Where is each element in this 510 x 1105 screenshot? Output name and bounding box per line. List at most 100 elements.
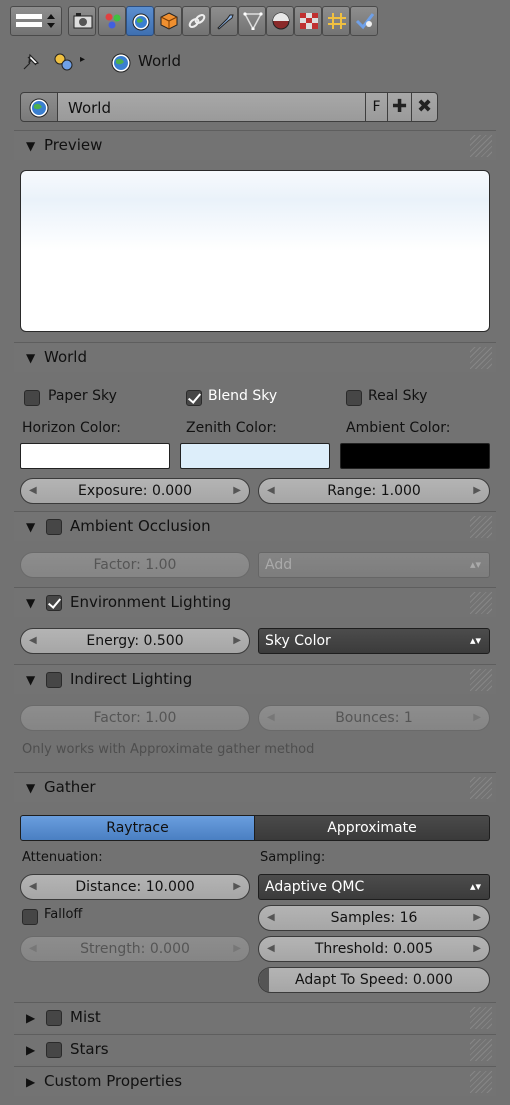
ao-factor-field[interactable]: Factor: 1.00 xyxy=(20,552,250,578)
collapsed-triangle-icon: ▶ xyxy=(26,1075,36,1089)
drag-grip-icon[interactable] xyxy=(470,516,492,538)
range-value: Range: 1.000 xyxy=(327,483,421,499)
horizon-color-swatch[interactable] xyxy=(20,443,170,469)
pin-icon[interactable] xyxy=(20,53,42,73)
drag-grip-icon[interactable] xyxy=(470,592,492,614)
approximate-option[interactable]: Approximate xyxy=(255,815,490,841)
world-browse-button[interactable] xyxy=(20,92,58,122)
scene-icon xyxy=(54,53,73,71)
indirect-note: Only works with Approximate gather metho… xyxy=(22,742,315,757)
increment-arrow-icon[interactable]: ▶ xyxy=(233,629,241,653)
expanded-triangle-icon: ▼ xyxy=(26,781,36,795)
drag-grip-icon[interactable] xyxy=(470,135,492,157)
editor-type-icon[interactable] xyxy=(10,6,62,36)
world-icon xyxy=(29,98,49,118)
ambient-occlusion-checkbox[interactable] xyxy=(46,519,62,535)
increment-arrow-icon[interactable]: ▶ xyxy=(473,937,481,961)
ao-factor-value: Factor: 1.00 xyxy=(93,557,177,573)
exposure-value: Exposure: 0.000 xyxy=(77,483,193,499)
increment-arrow-icon[interactable]: ▶ xyxy=(233,937,241,961)
threshold-value: Threshold: 0.005 xyxy=(314,941,434,957)
environment-color-select[interactable]: Sky Color ▴▾ xyxy=(258,628,490,654)
drag-grip-icon[interactable] xyxy=(470,1071,492,1093)
increment-arrow-icon[interactable]: ▶ xyxy=(473,906,481,930)
increment-arrow-icon[interactable]: ▶ xyxy=(233,479,241,503)
decrement-arrow-icon[interactable]: ◀ xyxy=(267,706,275,730)
strength-value: Strength: 0.000 xyxy=(80,941,190,957)
panel-header-stars[interactable]: ▶ Stars xyxy=(14,1034,496,1064)
increment-arrow-icon[interactable]: ▶ xyxy=(473,479,481,503)
drag-grip-icon[interactable] xyxy=(470,347,492,369)
drag-grip-icon[interactable] xyxy=(470,1007,492,1029)
adapt-to-speed-slider[interactable]: Adapt To Speed: 0.000 xyxy=(258,967,490,993)
panel-header-environment-lighting[interactable]: ▼ Environment Lighting xyxy=(14,587,496,617)
indirect-lighting-checkbox[interactable] xyxy=(46,672,62,688)
environment-lighting-checkbox[interactable] xyxy=(46,595,62,611)
expanded-triangle-icon: ▼ xyxy=(26,351,36,365)
drag-grip-icon[interactable] xyxy=(470,777,492,799)
panel-header-preview[interactable]: ▼ Preview xyxy=(14,130,496,160)
breadcrumb-separator-icon: ▸ xyxy=(80,54,86,65)
distance-field[interactable]: ◀ Distance: 10.000 ▶ xyxy=(20,874,250,900)
indirect-factor-field[interactable]: Factor: 1.00 xyxy=(20,705,250,731)
drag-grip-icon[interactable] xyxy=(470,669,492,691)
expanded-triangle-icon: ▼ xyxy=(26,139,36,153)
decrement-arrow-icon[interactable]: ◀ xyxy=(29,629,37,653)
fake-user-button[interactable]: F xyxy=(366,92,388,122)
unlink-world-button[interactable]: ✖ xyxy=(412,92,438,122)
decrement-arrow-icon[interactable]: ◀ xyxy=(267,906,275,930)
falloff-checkbox[interactable] xyxy=(22,909,38,925)
increment-arrow-icon[interactable]: ▶ xyxy=(473,706,481,730)
panel-header-world[interactable]: ▼ World xyxy=(14,342,496,372)
constraints-icon[interactable] xyxy=(182,6,210,36)
data-icon[interactable] xyxy=(238,6,266,36)
world-preview xyxy=(20,170,490,332)
particles-icon[interactable] xyxy=(322,6,350,36)
energy-field[interactable]: ◀ Energy: 0.500 ▶ xyxy=(20,628,250,654)
modifiers-icon[interactable] xyxy=(210,6,238,36)
blend-sky-checkbox[interactable] xyxy=(186,390,202,406)
raytrace-option[interactable]: Raytrace xyxy=(20,815,255,841)
panel-header-mist[interactable]: ▶ Mist xyxy=(14,1002,496,1032)
exposure-field[interactable]: ◀ Exposure: 0.000 ▶ xyxy=(20,478,250,504)
range-field[interactable]: ◀ Range: 1.000 ▶ xyxy=(258,478,490,504)
add-world-button[interactable]: ✚ xyxy=(388,92,412,122)
decrement-arrow-icon[interactable]: ◀ xyxy=(29,937,37,961)
panel-header-custom-properties[interactable]: ▶ Custom Properties xyxy=(14,1066,496,1096)
real-sky-label: Real Sky xyxy=(368,388,428,404)
real-sky-checkbox[interactable] xyxy=(346,390,362,406)
collapsed-triangle-icon: ▶ xyxy=(26,1011,36,1025)
expanded-triangle-icon: ▼ xyxy=(26,520,36,534)
decrement-arrow-icon[interactable]: ◀ xyxy=(29,479,37,503)
panel-header-gather[interactable]: ▼ Gather xyxy=(14,772,496,802)
decrement-arrow-icon[interactable]: ◀ xyxy=(267,937,275,961)
world-icon[interactable] xyxy=(126,6,154,36)
drag-grip-icon[interactable] xyxy=(470,1039,492,1061)
decrement-arrow-icon[interactable]: ◀ xyxy=(29,875,37,899)
material-icon[interactable] xyxy=(266,6,294,36)
ambient-color-swatch[interactable] xyxy=(340,443,490,469)
mist-checkbox[interactable] xyxy=(46,1010,62,1026)
render-layers-icon[interactable] xyxy=(98,6,126,36)
paper-sky-label: Paper Sky xyxy=(48,388,117,404)
strength-field[interactable]: ◀ Strength: 0.000 ▶ xyxy=(20,936,250,962)
ao-blend-select[interactable]: Add ▴▾ xyxy=(258,552,490,578)
increment-arrow-icon[interactable]: ▶ xyxy=(233,875,241,899)
sampling-method-select[interactable]: Adaptive QMC ▴▾ xyxy=(258,874,490,900)
object-icon[interactable] xyxy=(154,6,182,36)
zenith-color-swatch[interactable] xyxy=(180,443,330,469)
render-icon[interactable] xyxy=(68,6,96,36)
physics-icon[interactable] xyxy=(350,6,378,36)
threshold-field[interactable]: ◀ Threshold: 0.005 ▶ xyxy=(258,936,490,962)
paper-sky-checkbox[interactable] xyxy=(24,390,40,406)
panel-header-ambient-occlusion[interactable]: ▼ Ambient Occlusion xyxy=(14,511,496,541)
texture-icon[interactable] xyxy=(294,6,322,36)
world-name-field[interactable]: World xyxy=(58,92,366,122)
breadcrumb-world-label[interactable]: World xyxy=(138,52,181,70)
stars-checkbox[interactable] xyxy=(46,1042,62,1058)
panel-header-indirect-lighting[interactable]: ▼ Indirect Lighting xyxy=(14,664,496,694)
panel-title: Ambient Occlusion xyxy=(70,517,211,535)
samples-field[interactable]: ◀ Samples: 16 ▶ xyxy=(258,905,490,931)
bounces-field[interactable]: ◀ Bounces: 1 ▶ xyxy=(258,705,490,731)
decrement-arrow-icon[interactable]: ◀ xyxy=(267,479,275,503)
